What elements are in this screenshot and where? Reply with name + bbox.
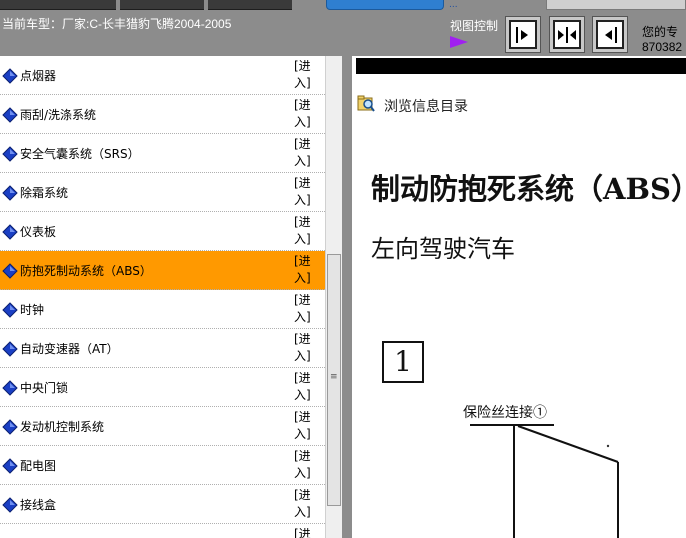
list-item-label: 除霜系统	[20, 186, 69, 200]
list-scrollbar[interactable]: ≡	[325, 56, 342, 538]
split-view-button[interactable]	[549, 16, 585, 53]
list-item-label: 防抱死制动系统（ABS）	[20, 264, 152, 278]
speck	[606, 444, 610, 448]
enter-link[interactable]: [进入]	[294, 409, 318, 443]
list-item[interactable]: 配电图 [进入]	[0, 446, 325, 485]
top-tab-1[interactable]	[0, 0, 116, 10]
browse-catalog-link[interactable]: 浏览信息目录	[384, 96, 468, 116]
list-item-label: 自动变速器（AT）	[20, 342, 119, 356]
list-item[interactable]: 除霜系统 [进入]	[0, 173, 325, 212]
wiring-diagram	[470, 424, 619, 538]
more-dots[interactable]: ...	[449, 0, 458, 10]
list-item-label: 安全气囊系统（SRS）	[20, 147, 140, 161]
diamond-bullet-icon	[2, 419, 18, 435]
play-arrow-icon[interactable]	[450, 36, 468, 48]
diamond-bullet-icon	[2, 185, 18, 201]
diamond-bullet-icon	[2, 68, 18, 84]
car-model-label: 当前车型：厂家:C-长丰猎豹飞腾2004-2005	[2, 17, 232, 31]
diamond-bullet-icon	[2, 302, 18, 318]
diamond-bullet-icon	[2, 224, 18, 240]
enter-link[interactable]: [进入]	[294, 370, 318, 404]
header-bar: ... 当前车型：厂家:C-长丰猎豹飞腾2004-2005 视图控制 您的专 8…	[0, 0, 686, 56]
list-item-label: 中央门锁	[20, 381, 69, 395]
system-list: 点烟器 [进入] 雨刮/洗涤系统 [进入] 安全气囊系统（SRS） [进入] 除…	[0, 56, 325, 538]
enter-link[interactable]: [进入]	[294, 136, 318, 170]
expand-right-button[interactable]	[505, 16, 541, 53]
list-item[interactable]: 自动变速器（AT） [进入]	[0, 329, 325, 368]
top-tab-active[interactable]	[326, 0, 444, 10]
list-item[interactable]: 点烟器 [进入]	[0, 56, 325, 95]
list-item[interactable]: 仪表板 [进入]	[0, 212, 325, 251]
diamond-bullet-icon	[2, 107, 18, 123]
list-item[interactable]: 中央门锁 [进入]	[0, 368, 325, 407]
list-item-label: 点烟器	[20, 69, 57, 83]
enter-link[interactable]: [进入]	[294, 292, 318, 326]
enter-link[interactable]: [进入]	[294, 214, 318, 248]
list-item-label: 时钟	[20, 303, 45, 317]
scrollbar-grip-icon: ≡	[330, 372, 338, 382]
enter-link[interactable]: [进入]	[294, 58, 318, 92]
enter-link[interactable]: [进入]	[294, 487, 318, 521]
list-item-label: 雨刮/洗涤系统	[20, 108, 97, 122]
diamond-bullet-icon	[2, 341, 18, 357]
enter-link[interactable]: [进入]	[294, 448, 318, 482]
list-item-selected[interactable]: 防抱死制动系统（ABS） [进入]	[0, 251, 325, 290]
enter-link[interactable]: [进入]	[294, 253, 318, 287]
top-tab-3[interactable]	[208, 0, 292, 10]
list-item[interactable]: 雨刮/洗涤系统 [进入]	[0, 95, 325, 134]
enter-link[interactable]: [进入]	[294, 331, 318, 365]
diamond-bullet-icon	[2, 146, 18, 162]
enter-link[interactable]: [进入]	[294, 97, 318, 131]
list-item[interactable]: 安全气囊系统（SRS） [进入]	[0, 134, 325, 173]
wire-diagonal	[517, 425, 619, 463]
list-item[interactable]: 时钟 [进入]	[0, 290, 325, 329]
enter-link[interactable]: [进入]	[294, 175, 318, 209]
expand-right-icon	[516, 26, 528, 43]
list-item-label: 仪表板	[20, 225, 57, 239]
list-item-label: 接线盒	[20, 498, 57, 512]
list-item-label: 配电图	[20, 459, 57, 473]
list-item[interactable]: 接线盒 [进入]	[0, 485, 325, 524]
list-item[interactable]: 发动机控制系统 [进入]	[0, 407, 325, 446]
list-item[interactable]: [进入]	[0, 524, 325, 538]
split-view-icon	[558, 26, 576, 43]
list-item-label: 发动机控制系统	[20, 420, 105, 434]
content-toolbar	[356, 58, 686, 74]
user-info-line2: 870382	[642, 40, 683, 54]
document-title: 制动防抱死系统（ABS）	[371, 172, 686, 206]
content-pane: 浏览信息目录 制动防抱死系统（ABS） 左向驾驶汽车 1 保险丝连接①	[352, 56, 686, 538]
expand-left-button[interactable]	[592, 16, 628, 53]
top-tab-5[interactable]	[546, 0, 686, 10]
diamond-bullet-icon	[2, 263, 18, 279]
diamond-bullet-icon	[2, 380, 18, 396]
pane-divider[interactable]	[342, 56, 352, 538]
expand-left-icon	[605, 26, 617, 43]
scrollbar-thumb[interactable]: ≡	[327, 254, 341, 506]
document-subtitle: 左向驾驶汽车	[371, 235, 515, 263]
magnifier-folder-icon[interactable]	[357, 94, 375, 112]
diamond-bullet-icon	[2, 458, 18, 474]
diamond-bullet-icon	[2, 497, 18, 513]
user-info-line1: 您的专	[642, 25, 679, 39]
view-control-label: 视图控制	[450, 19, 499, 33]
enter-link[interactable]: [进入]	[294, 526, 318, 538]
top-tab-2[interactable]	[120, 0, 204, 10]
